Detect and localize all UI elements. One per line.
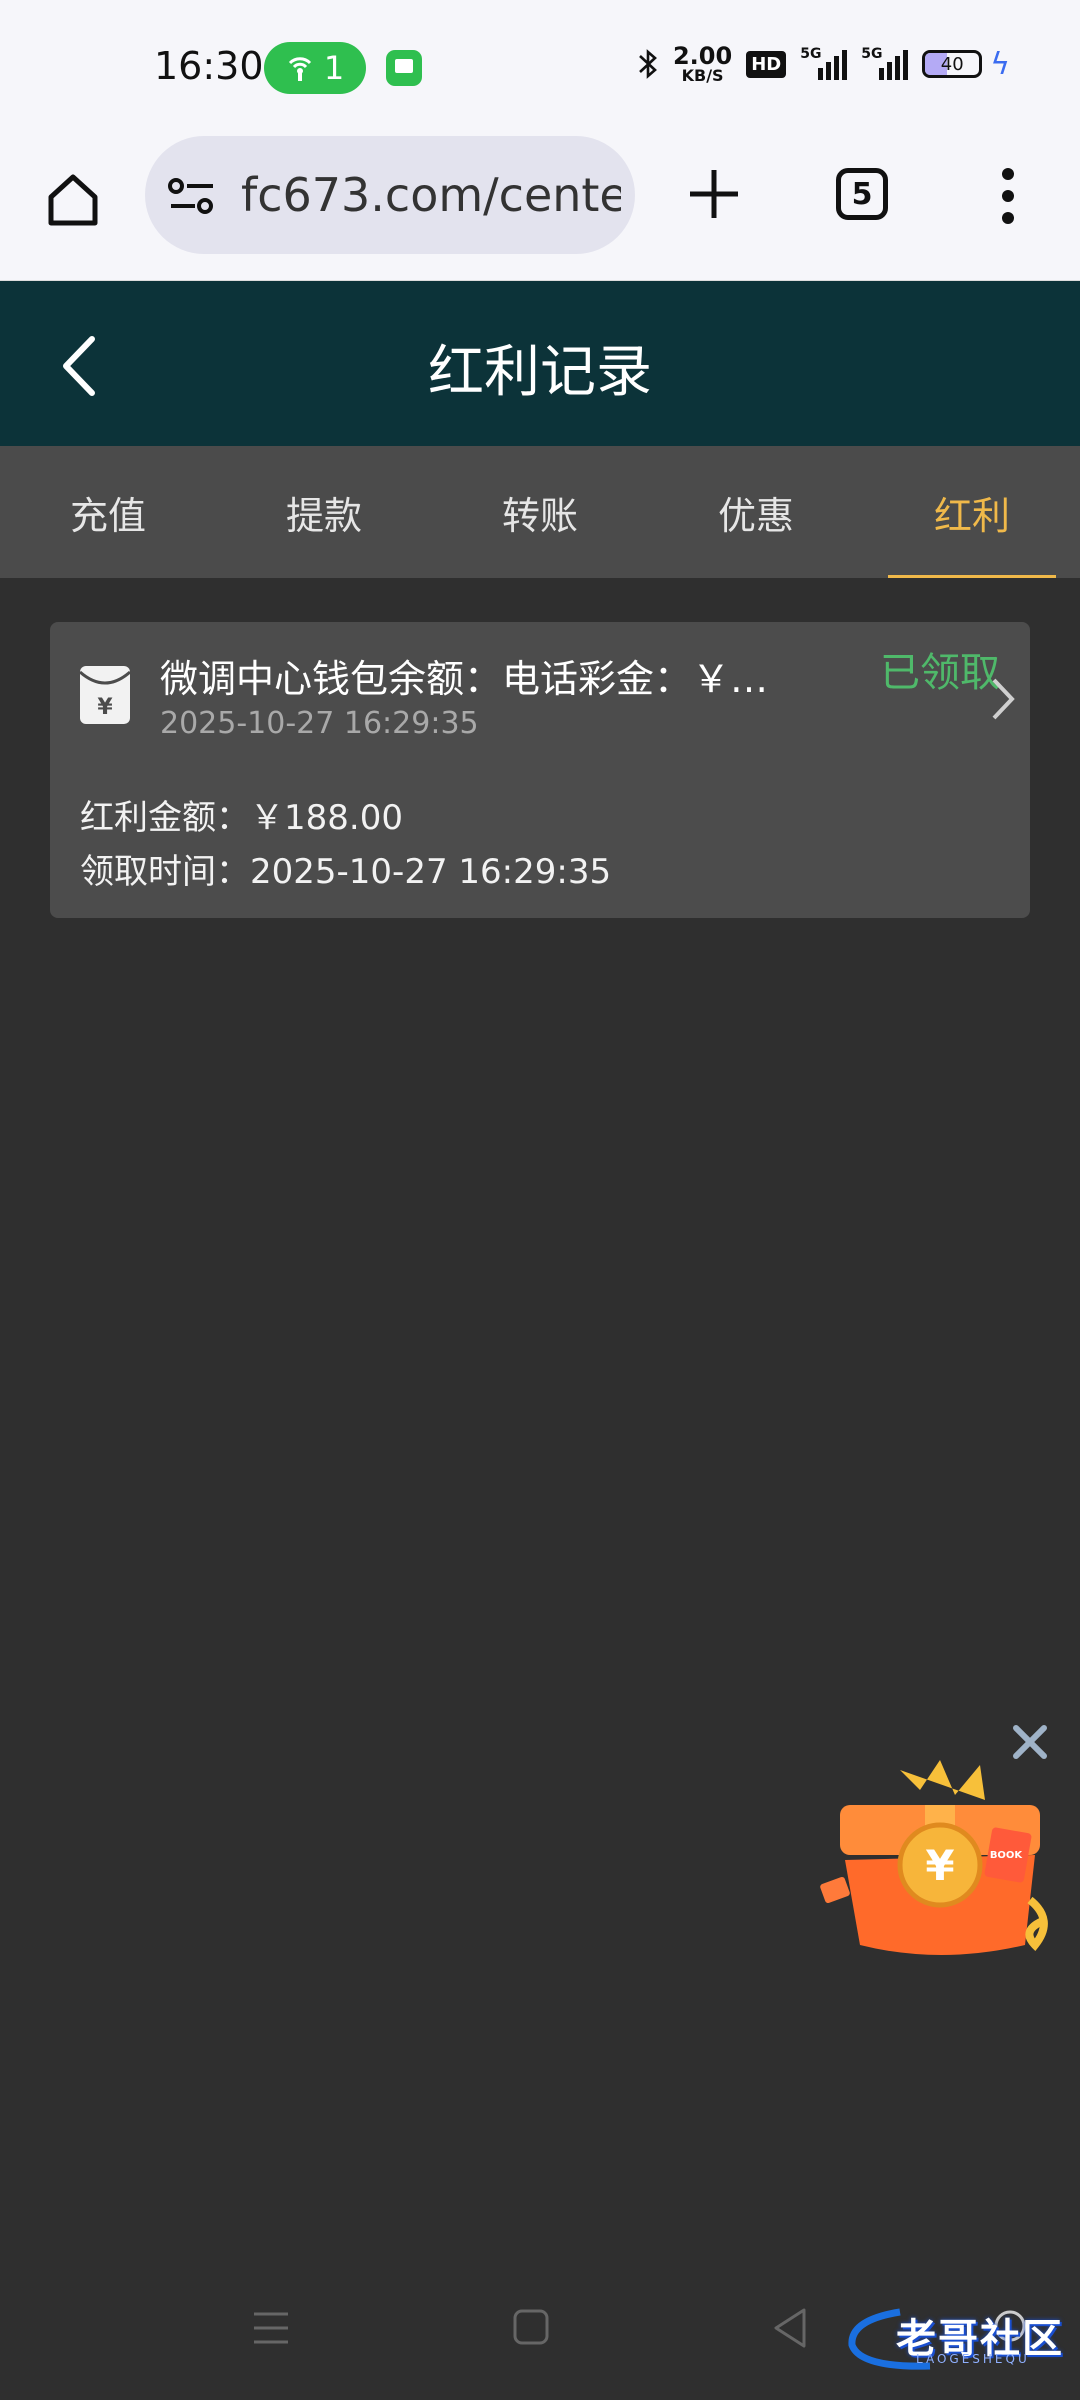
record-date: 2025-10-27 16:29:35 xyxy=(160,706,479,741)
watermark-subtext: LAOGESHEQU xyxy=(916,2352,1030,2366)
address-bar[interactable]: fc673.com/center xyxy=(145,136,635,254)
svg-text:¥: ¥ xyxy=(97,695,113,720)
more-menu-button[interactable] xyxy=(996,168,1020,224)
system-navigation-bar: 老哥社区 LAOGESHEQU xyxy=(0,2270,1080,2400)
gift-box-icon[interactable]: ¥ BOOK xyxy=(820,1750,1060,1970)
tab-promotion[interactable]: 优惠 xyxy=(648,446,864,578)
svg-text:¥: ¥ xyxy=(925,1841,954,1890)
net-speed: 2.00 KB/S xyxy=(672,42,733,85)
url-text[interactable]: fc673.com/center xyxy=(241,168,621,222)
battery-level: 40 xyxy=(940,53,964,75)
red-envelope-icon: ¥ xyxy=(79,666,131,724)
page-header: 红利记录 xyxy=(0,281,1080,446)
message-app-icon xyxy=(386,50,422,86)
tab-deposit[interactable]: 充值 xyxy=(0,446,216,578)
tab-transfer[interactable]: 转账 xyxy=(432,446,648,578)
hotspot-count: 1 xyxy=(323,49,345,87)
tabs-button[interactable]: 5 xyxy=(836,168,888,220)
status-icons: 2.00 KB/S HD 5G 5G 40 ϟ xyxy=(637,44,1010,84)
bluetooth-icon xyxy=(639,49,657,79)
hotspot-indicator: 1 xyxy=(264,42,366,94)
record-tabs: 充值 提款 转账 优惠 红利 xyxy=(0,446,1080,578)
tab-withdraw[interactable]: 提款 xyxy=(216,446,432,578)
more-icon-dot xyxy=(1002,212,1014,224)
site-settings-icon[interactable] xyxy=(167,176,217,216)
home-nav-icon[interactable] xyxy=(512,2308,550,2346)
signal-icon: 5G xyxy=(800,46,848,80)
record-title: 微调中心钱包余额：电话彩金：￥… xyxy=(160,657,769,701)
more-icon-dot xyxy=(1002,190,1014,202)
hotspot-icon xyxy=(288,57,311,81)
new-tab-button[interactable] xyxy=(684,164,744,224)
battery-icon: 40 xyxy=(922,50,983,78)
back-nav-icon[interactable] xyxy=(770,2306,810,2350)
tab-bonus[interactable]: 红利 xyxy=(864,446,1080,578)
watermark-logo: 老哥社区 LAOGESHEQU xyxy=(840,2300,1070,2374)
more-icon-dot xyxy=(1002,168,1014,180)
bonus-amount: 红利金额：￥188.00 xyxy=(80,798,403,838)
chevron-right-icon[interactable] xyxy=(988,674,1018,724)
charging-icon: ϟ xyxy=(990,46,1010,82)
page-title: 红利记录 xyxy=(428,340,652,405)
status-time: 16:30 xyxy=(154,44,264,88)
signal-icon-2: 5G xyxy=(861,46,909,80)
bonus-record-card[interactable]: ¥ 微调中心钱包余额：电话彩金：￥… 2025-10-27 16:29:35 已… xyxy=(50,622,1030,918)
hd-badge: HD xyxy=(746,50,787,78)
recents-icon[interactable] xyxy=(252,2310,290,2346)
tab-count: 5 xyxy=(851,176,873,212)
claim-time: 领取时间：2025-10-27 16:29:35 xyxy=(80,852,612,892)
record-status: 已领取 xyxy=(880,650,1000,696)
gift-box-label: BOOK xyxy=(990,1850,1024,1861)
status-bar: 16:30 1 2.00 KB/S HD 5G 5G 40 ϟ xyxy=(0,0,1080,136)
home-icon xyxy=(48,174,98,226)
home-button[interactable] xyxy=(40,166,106,232)
browser-toolbar: fc673.com/center 5 xyxy=(0,136,1080,281)
